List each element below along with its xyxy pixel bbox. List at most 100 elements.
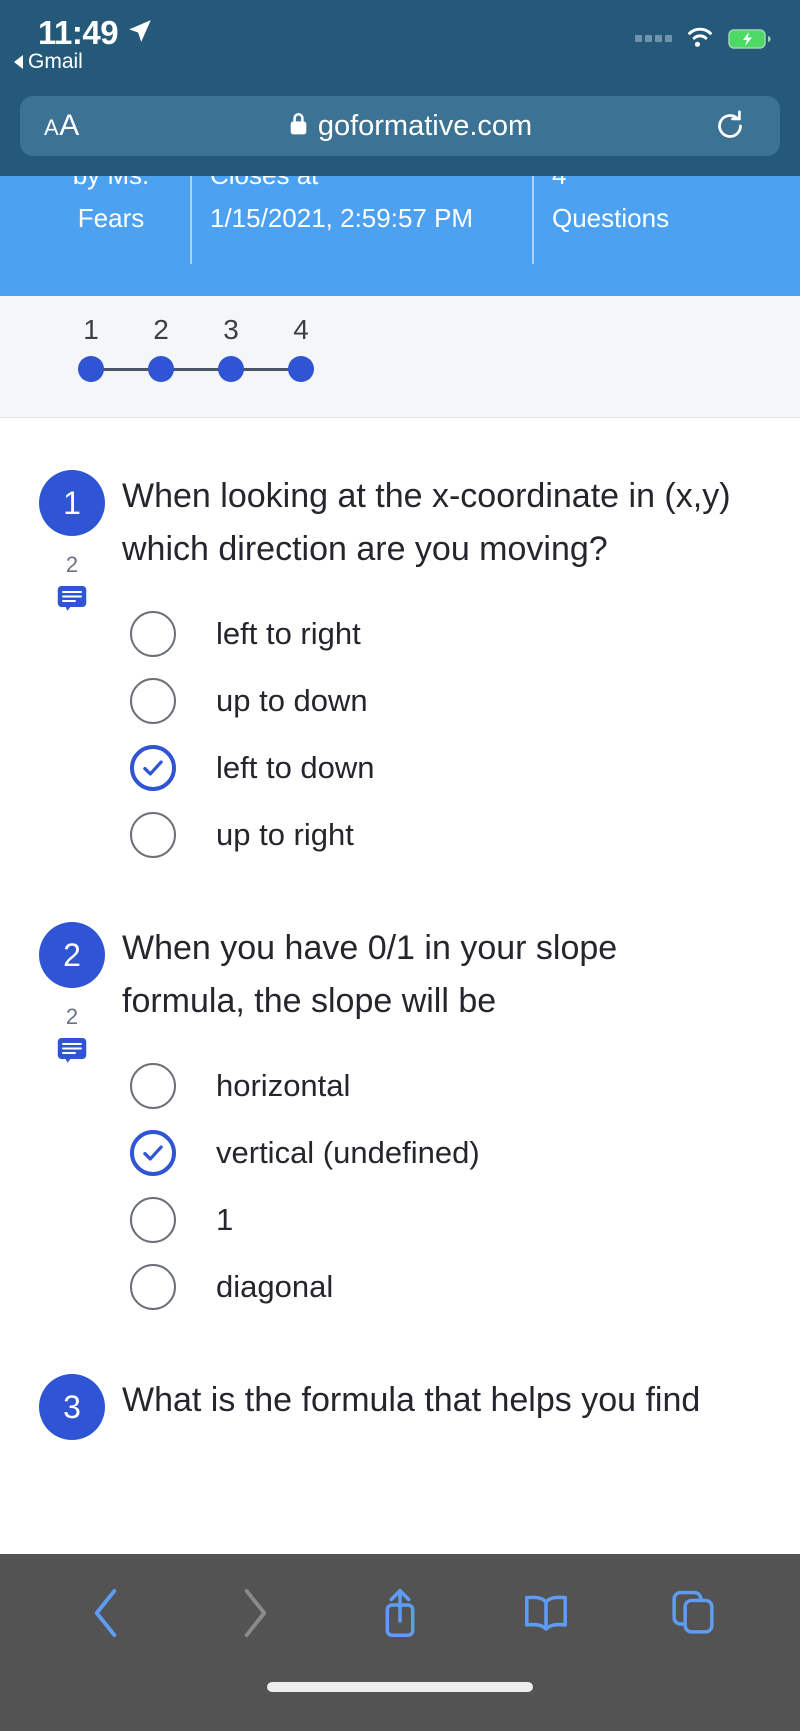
answer-option[interactable]: up to down <box>122 669 770 733</box>
radio-unchecked-icon[interactable] <box>130 812 176 858</box>
question-count-value: 4 <box>552 176 566 190</box>
safari-bottom-toolbar <box>0 1554 800 1731</box>
question-text: When you have 0/1 in your slope formula,… <box>122 929 618 1020</box>
answer-option-label: diagonal <box>216 1269 334 1304</box>
answer-options: left to right up to down left to down up to… <box>122 602 770 867</box>
ios-top-chrome: 11:49 Gmail AA goformative.com <box>0 0 800 176</box>
url-bar[interactable]: AA goformative.com <box>20 96 780 156</box>
radio-unchecked-icon[interactable] <box>130 678 176 724</box>
answer-option[interactable]: left to down <box>122 736 770 800</box>
answer-option-label: left to right <box>216 616 361 651</box>
progress-dot-1[interactable] <box>56 356 126 382</box>
progress-dot-marker <box>218 356 244 382</box>
question-number-badge: 1 <box>39 470 105 536</box>
progress-dot-2[interactable] <box>126 356 196 382</box>
back-link-label: Gmail <box>28 50 83 73</box>
question-meta: 3 <box>26 1374 118 1440</box>
progress-dot-3[interactable] <box>196 356 266 382</box>
forward-chevron-icon <box>244 1589 266 1637</box>
answer-option-label: 1 <box>216 1202 234 1237</box>
comment-lines-icon[interactable] <box>57 585 87 616</box>
back-to-gmail-link[interactable]: Gmail <box>14 50 83 74</box>
question-points: 2 <box>65 552 79 577</box>
share-icon <box>385 1589 415 1637</box>
question-progress-nav: 1234 <box>0 296 800 418</box>
question-item: 3 What is the formula that helps you find <box>0 1322 800 1440</box>
answer-option-label: vertical (undefined) <box>216 1135 480 1170</box>
question-count-label: Questions <box>552 203 670 233</box>
url-display[interactable]: goformative.com <box>140 110 680 143</box>
location-arrow-icon <box>127 18 153 49</box>
question-body: What is the formula that helps you find <box>118 1374 770 1440</box>
answer-option-label: up to down <box>216 683 368 718</box>
comment-lines-icon[interactable] <box>57 1037 87 1068</box>
progress-number-3[interactable]: 3 <box>196 314 266 346</box>
safari-browser-window: 11:49 Gmail AA goformative.com Fears 1/1… <box>0 0 800 1731</box>
back-button[interactable] <box>34 1588 180 1638</box>
tabs-button[interactable] <box>620 1589 766 1637</box>
share-button[interactable] <box>327 1586 473 1640</box>
reload-icon <box>718 110 742 138</box>
wifi-icon <box>684 24 716 53</box>
progress-numbers: 1234 <box>0 314 800 346</box>
text-size-label: A <box>44 115 60 140</box>
progress-number-2[interactable]: 2 <box>126 314 196 346</box>
progress-number-4[interactable]: 4 <box>266 314 336 346</box>
tabs-icon <box>672 1590 714 1634</box>
question-count-info: 4 Questions <box>534 176 764 240</box>
progress-dot-marker <box>288 356 314 382</box>
question-item: 2 2 When you have 0/1 in your slope formul… <box>0 870 800 1322</box>
progress-dots <box>56 356 336 382</box>
status-bar-right <box>635 14 772 53</box>
question-text: What is the formula that helps you find <box>122 1381 701 1419</box>
status-bar-left: 11:49 <box>38 14 153 52</box>
answer-option[interactable]: up to right <box>122 803 770 867</box>
lock-icon <box>288 111 309 142</box>
closes-value: 1/15/2021, 2:59:57 PM <box>210 203 474 233</box>
progress-dot-4[interactable] <box>266 356 336 382</box>
radio-unchecked-icon[interactable] <box>130 611 176 657</box>
answer-option-label: up to right <box>216 817 354 852</box>
battery-charging-icon <box>728 27 772 51</box>
radio-unchecked-icon[interactable] <box>130 1264 176 1310</box>
answer-options: horizontal vertical (undefined) 1 diagonal <box>122 1054 770 1319</box>
forward-button[interactable] <box>180 1588 326 1638</box>
answer-option[interactable]: horizontal <box>122 1054 770 1118</box>
radio-checked-icon[interactable] <box>130 1130 176 1176</box>
radio-checked-icon[interactable] <box>130 745 176 791</box>
bookmarks-button[interactable] <box>473 1591 619 1635</box>
radio-unchecked-icon[interactable] <box>130 1197 176 1243</box>
question-body: When you have 0/1 in your slope formula,… <box>118 922 770 1322</box>
progress-number-1[interactable]: 1 <box>56 314 126 346</box>
question-item: 1 2 When looking at the x-coordinate in (x… <box>0 418 800 870</box>
question-text: When looking at the x-coordinate in (x,y… <box>122 477 731 568</box>
answer-option[interactable]: vertical (undefined) <box>122 1121 770 1185</box>
reload-button[interactable] <box>680 109 780 143</box>
home-indicator <box>267 1682 533 1692</box>
progress-dot-marker <box>148 356 174 382</box>
answer-option-label: left to down <box>216 750 375 785</box>
radio-unchecked-icon[interactable] <box>130 1063 176 1109</box>
progress-dot-marker <box>78 356 104 382</box>
question-meta: 22 <box>26 922 118 1322</box>
answer-option-label: horizontal <box>216 1068 351 1103</box>
book-icon <box>525 1595 568 1631</box>
text-size-label-big: A <box>59 109 80 142</box>
question-body: When looking at the x-coordinate in (x,y… <box>118 470 770 870</box>
signal-dots-icon <box>635 35 672 42</box>
question-meta: 12 <box>26 470 118 870</box>
clock-time: 11:49 <box>38 14 119 51</box>
back-chevron-icon <box>94 1589 117 1637</box>
answer-option[interactable]: 1 <box>122 1188 770 1252</box>
question-points: 2 <box>65 1004 79 1029</box>
back-triangle-icon <box>14 55 23 69</box>
question-number-badge: 3 <box>39 1374 105 1440</box>
answer-option[interactable]: diagonal <box>122 1255 770 1319</box>
question-number-badge: 2 <box>39 922 105 988</box>
answer-option[interactable]: left to right <box>122 602 770 666</box>
questions-list: 1 2 When looking at the x-coordinate in (x… <box>0 418 800 1440</box>
text-size-button[interactable]: AA <box>20 109 140 143</box>
assignment-info-banner: by Ms. Fears Closes at 1/15/2021, 2:59:5… <box>0 176 800 296</box>
closes-label: Closes at <box>210 176 514 197</box>
ios-status-bar: 11:49 <box>0 0 800 56</box>
